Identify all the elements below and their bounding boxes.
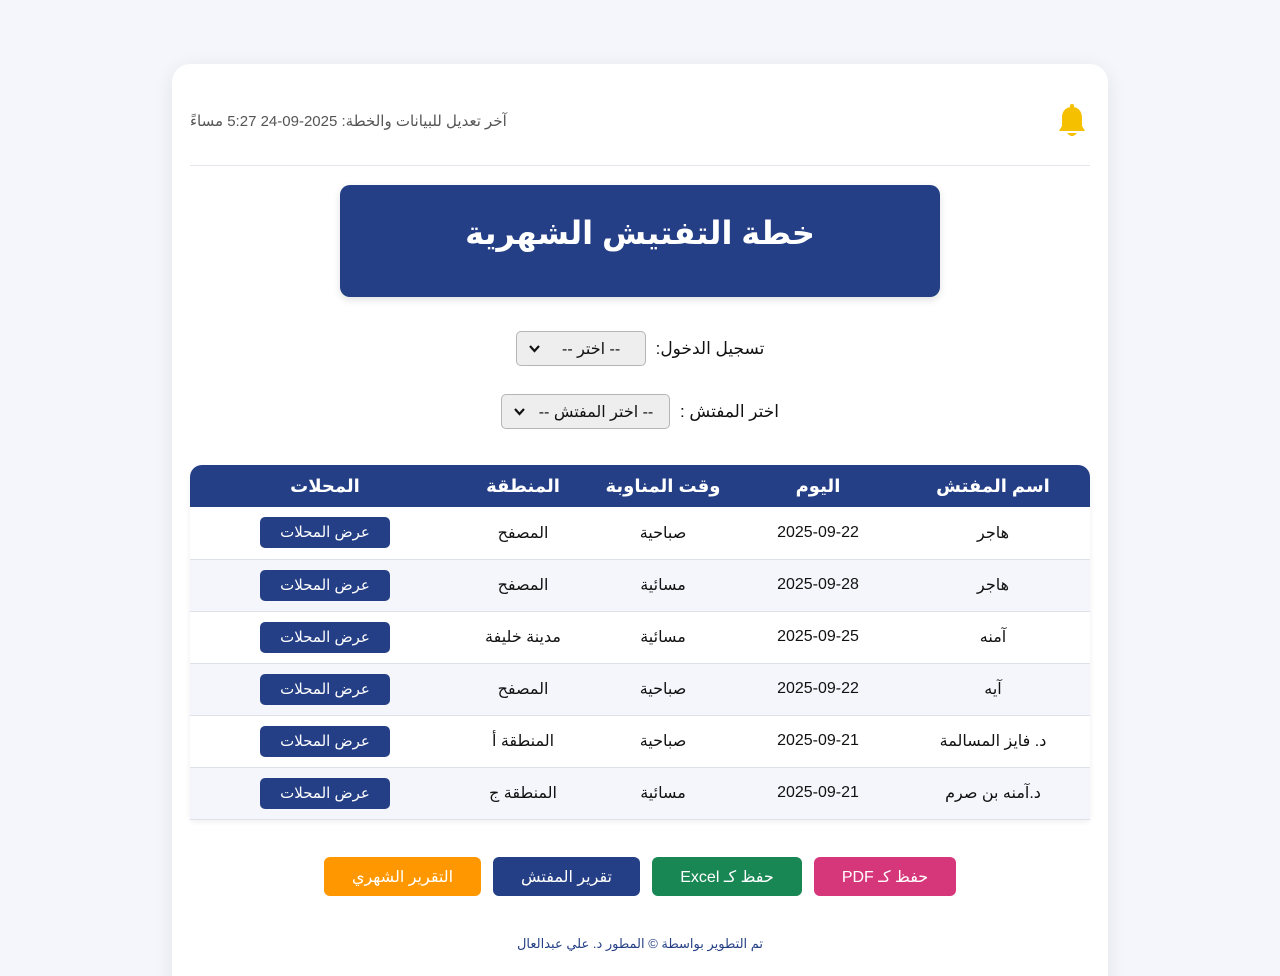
view-shops-button[interactable]: عرض المحلات: [260, 621, 390, 653]
cell-inspector-name: آمنه: [979, 629, 1007, 646]
cell-area: المصفح: [497, 524, 549, 542]
inspector-select[interactable]: -- اختر المفتش --: [500, 394, 670, 429]
cell-day: 2025-09-22: [777, 523, 859, 541]
cell-shift: مسائية: [640, 785, 686, 802]
login-select[interactable]: -- اختر --: [515, 331, 646, 366]
cell-shift: صباحية: [639, 524, 687, 542]
cell-day: 2025-09-28: [777, 576, 859, 593]
cell-inspector-name: آيه: [984, 681, 1002, 698]
cell-day: 2025-09-21: [777, 732, 859, 749]
inspector-report-button[interactable]: تقرير المفتش: [493, 857, 640, 896]
save-excel-button[interactable]: حفظ كـ Excel: [652, 857, 802, 896]
cell-shops: عرض المحلات: [190, 559, 460, 611]
cell-area: المصفح: [497, 577, 549, 594]
chevron-down-icon: [514, 405, 525, 419]
table-row: هاجر 2025-09-22 صباحية المصفح عرض المحلا…: [190, 507, 1090, 559]
login-row: تسجيل الدخول: -- اختر --: [172, 331, 1108, 366]
table-row: هاجر 2025-09-28 مسائية المصفح عرض المحلا…: [190, 559, 1090, 611]
view-shops-button[interactable]: عرض المحلات: [260, 569, 390, 601]
cell-shift: صباحية: [639, 681, 687, 698]
view-shops-button[interactable]: عرض المحلات: [260, 777, 390, 809]
main-card: آخر تعديل للبيانات والخطة: 2025-09-24 5:…: [172, 64, 1108, 976]
view-shops-button[interactable]: عرض المحلات: [260, 673, 390, 705]
header-day: اليوم: [795, 475, 841, 496]
cell-day: 2025-09-21: [777, 784, 859, 801]
cell-shops: عرض المحلات: [190, 767, 460, 819]
cell-inspector-name: د. فايز المسالمة: [939, 733, 1047, 750]
table-row: آيه 2025-09-22 صباحية المصفح عرض المحلات: [190, 663, 1090, 715]
action-buttons: حفظ كـ PDF حفظ كـ Excel تقرير المفتش الت…: [172, 857, 1108, 896]
inspector-select-label: اختر المفتش :: [679, 401, 780, 421]
cell-area: مدينة خليفة: [485, 629, 561, 646]
bell-icon[interactable]: [1056, 104, 1088, 140]
view-shops-button[interactable]: عرض المحلات: [260, 725, 390, 757]
cell-inspector-name: هاجر: [976, 524, 1010, 542]
cell-shift: صباحية: [639, 733, 687, 750]
monthly-report-button[interactable]: التقرير الشهري: [324, 857, 481, 896]
cell-shift: مسائية: [640, 577, 686, 594]
chevron-down-icon: [528, 342, 540, 356]
cell-area: المصفح: [497, 681, 549, 698]
page-title: خطة التفتيش الشهرية: [465, 215, 815, 251]
view-shops-button[interactable]: عرض المحلات: [260, 517, 390, 549]
cell-shift: مسائية: [640, 629, 686, 646]
page-title-banner: خطة التفتيش الشهرية: [340, 185, 940, 297]
table-row: آمنه 2025-09-25 مسائية مدينة خليفة عرض ا…: [190, 611, 1090, 663]
table-row: د.آمنه بن صرم 2025-09-21 مسائية المنطقة …: [190, 767, 1090, 819]
cell-area: المنطقة أ: [491, 733, 555, 750]
top-bar: آخر تعديل للبيانات والخطة: 2025-09-24 5:…: [190, 88, 1090, 166]
schedule-table-wrapper: اسم المفتش اليوم وقت المناوبة المنطقة ال…: [190, 465, 1090, 820]
save-pdf-button[interactable]: حفظ كـ PDF: [814, 857, 956, 896]
schedule-table: اسم المفتش اليوم وقت المناوبة المنطقة ال…: [190, 465, 1090, 820]
last-edit-text: آخر تعديل للبيانات والخطة: 2025-09-24 5:…: [190, 113, 507, 130]
cell-shops: عرض المحلات: [190, 663, 460, 715]
cell-day: 2025-09-25: [777, 628, 859, 645]
footer-credit: تم التطوير بواسطة © المطور د. علي عبدالع…: [516, 936, 764, 951]
cell-shops: عرض المحلات: [190, 611, 460, 663]
login-label: تسجيل الدخول:: [655, 338, 765, 358]
cell-inspector-name: د.آمنه بن صرم: [945, 785, 1041, 802]
header-shops: المحلات: [290, 475, 360, 496]
cell-inspector-name: هاجر: [976, 577, 1010, 594]
login-select-value: -- اختر --: [562, 340, 621, 358]
cell-day: 2025-09-22: [777, 680, 859, 697]
cell-shops: عرض المحلات: [190, 715, 460, 767]
table-row: د. فايز المسالمة 2025-09-21 صباحية المنط…: [190, 715, 1090, 767]
cell-area: المنطقة ج: [489, 785, 557, 802]
inspector-select-value: -- اختر المفتش --: [538, 403, 654, 421]
inspector-select-row: اختر المفتش : -- اختر المفتش --: [172, 394, 1108, 429]
header-area: المنطقة: [486, 475, 560, 496]
header-shift-time: وقت المناوبة: [605, 475, 721, 496]
table-header-row: اسم المفتش اليوم وقت المناوبة المنطقة ال…: [190, 465, 1090, 507]
cell-shops: عرض المحلات: [190, 507, 460, 559]
header-inspector-name: اسم المفتش: [936, 475, 1050, 496]
